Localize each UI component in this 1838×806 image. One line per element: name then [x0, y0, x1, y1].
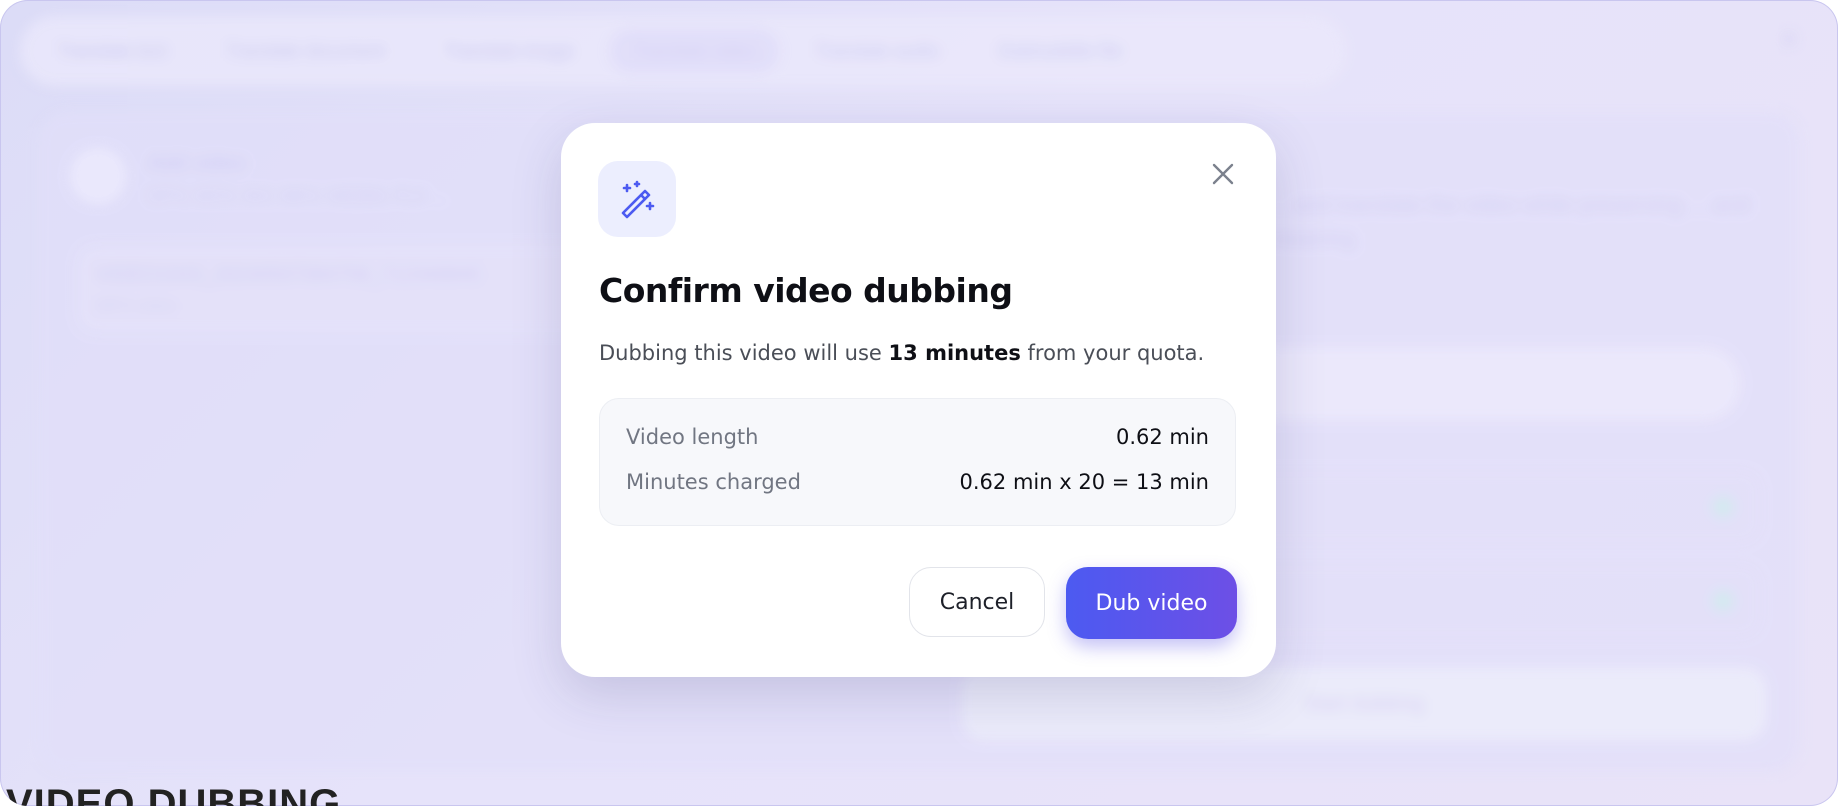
- desc-suffix: from your quota.: [1020, 341, 1205, 365]
- upload-title: Add video: [148, 150, 246, 175]
- uploaded-file-card[interactable]: VIDEO1043_20240507084758_712340845 MP4 v…: [78, 246, 598, 332]
- close-icon[interactable]: [1206, 157, 1240, 191]
- tab-translate-video[interactable]: Translate video: [609, 28, 780, 74]
- language-select[interactable]: [1240, 348, 1740, 420]
- dialog-title: Confirm video dubbing: [599, 271, 1013, 310]
- magic-wand-icon: [598, 161, 676, 237]
- minutes-charged-row: Minutes charged 0.62 min x 20 = 13 min: [626, 470, 1209, 494]
- confirm-dialog: Confirm video dubbing Dubbing this video…: [561, 123, 1276, 677]
- tab-translate-document[interactable]: Translate document: [202, 28, 408, 74]
- file-name: VIDEO1043_20240507084758_712340845: [96, 264, 481, 286]
- video-length-label: Video length: [626, 425, 759, 449]
- minutes-charged-value: 0.62 min x 20 = 13 min: [959, 470, 1209, 494]
- app-window: Translate text Translate document Transl…: [0, 0, 1838, 806]
- window-close-icon[interactable]: ✕: [1780, 28, 1798, 53]
- option-toggle[interactable]: [1712, 590, 1734, 612]
- page-heading: VIDEO DUBBING: [6, 782, 342, 806]
- start-dubbing-button[interactable]: Start dubbing: [962, 668, 1766, 740]
- video-length-value: 0.62 min: [1115, 425, 1209, 449]
- video-length-row: Video length 0.62 min: [626, 425, 1209, 449]
- upload-icon: [70, 148, 126, 204]
- upload-hint: MP4, MOV, AVI, MKV, WEBM, FLV ...: [148, 186, 447, 206]
- cancel-button[interactable]: Cancel: [909, 567, 1045, 637]
- tab-translate-text[interactable]: Translate text: [34, 28, 190, 74]
- tab-bar: Translate text Translate document Transl…: [20, 16, 1346, 86]
- description-text: ... and translate the video while preser…: [1270, 192, 1750, 251]
- option-toggle[interactable]: [1712, 496, 1734, 518]
- dub-video-button[interactable]: Dub video: [1066, 567, 1237, 639]
- desc-minutes: 13 minutes: [888, 341, 1021, 365]
- usage-summary: Video length 0.62 min Minutes charged 0.…: [599, 398, 1236, 526]
- file-type: MP4 video: [96, 296, 177, 315]
- option-row[interactable]: [1240, 472, 1760, 542]
- dialog-description: Dubbing this video will use 13 minutes f…: [599, 341, 1204, 365]
- minutes-charged-label: Minutes charged: [626, 470, 801, 494]
- tab-translate-image[interactable]: Translate image: [421, 28, 597, 74]
- tab-translate-audio[interactable]: Translate audio: [792, 28, 963, 74]
- tab-dub-subtitle-file[interactable]: Dub/subtitle file: [975, 28, 1146, 74]
- option-row[interactable]: [1240, 566, 1760, 636]
- desc-prefix: Dubbing this video will use: [599, 341, 889, 365]
